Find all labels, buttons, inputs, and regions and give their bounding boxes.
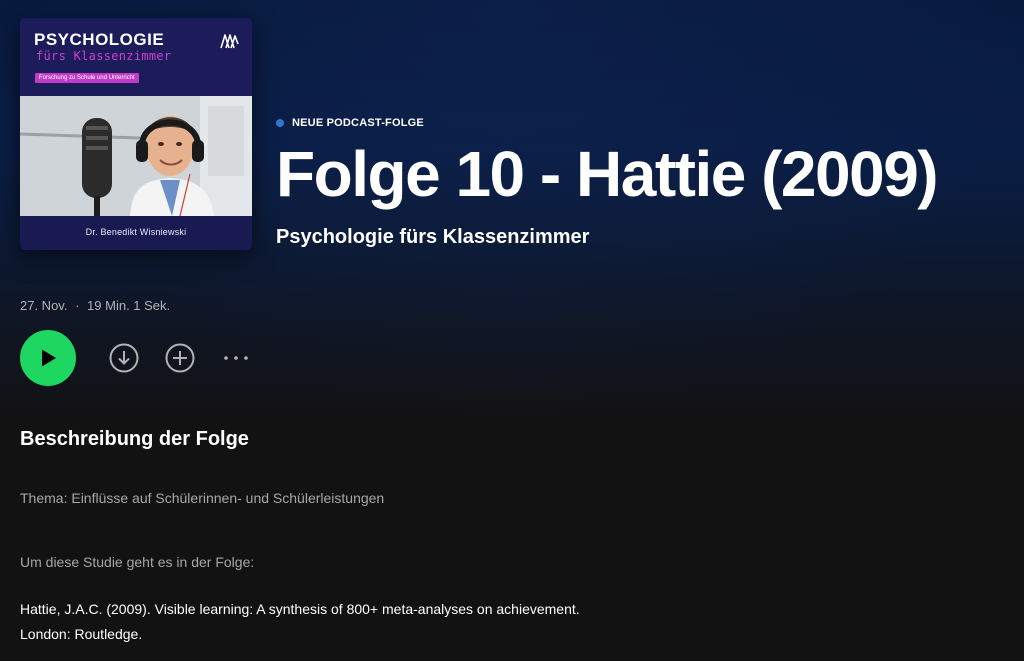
description-intro: Um diese Studie geht es in der Folge: xyxy=(20,554,255,570)
episode-cover-art: PSYCHOLOGIE fürs Klassenzimmer Forschung… xyxy=(20,18,252,250)
description-reference: Hattie, J.A.C. (2009). Visible learning:… xyxy=(20,597,580,647)
add-to-library-button[interactable] xyxy=(164,342,196,374)
release-date: 27. Nov. xyxy=(20,298,68,313)
meta-separator: · xyxy=(75,298,80,313)
host-photo xyxy=(20,96,252,216)
episode-title: Folge 10 - Hattie (2009) xyxy=(276,138,939,210)
reference-line-2: London: Routledge. xyxy=(20,626,143,642)
play-button[interactable] xyxy=(20,330,76,386)
action-bar xyxy=(20,330,252,386)
anchor-logo-icon xyxy=(220,34,239,49)
episode-page: PSYCHOLOGIE fürs Klassenzimmer Forschung… xyxy=(0,0,1024,661)
badge-label: NEUE PODCAST-FOLGE xyxy=(292,117,424,129)
badge-dot xyxy=(276,119,284,127)
add-icon xyxy=(165,343,195,373)
episode-meta: 27. Nov. · 19 Min. 1 Sek. xyxy=(20,298,174,313)
more-icon xyxy=(224,356,248,360)
download-icon xyxy=(109,343,139,373)
play-icon xyxy=(42,349,56,367)
cover-author: Dr. Benedikt Wisniewski xyxy=(85,227,187,237)
host-photo-illustration xyxy=(20,96,252,216)
reference-line-1: Hattie, J.A.C. (2009). Visible learning:… xyxy=(20,601,580,617)
cover-subtitle: fürs Klassenzimmer xyxy=(36,49,172,63)
cover-title: PSYCHOLOGIE xyxy=(34,30,165,49)
description-topic: Thema: Einflüsse auf Schülerinnen- und S… xyxy=(20,490,385,506)
show-name-link[interactable]: Psychologie fürs Klassenzimmer xyxy=(276,226,589,249)
new-episode-badge: NEUE PODCAST-FOLGE xyxy=(276,117,424,129)
more-options-button[interactable] xyxy=(220,342,252,374)
cover-tag: Forschung zu Schule und Unterricht xyxy=(35,73,139,83)
description-heading: Beschreibung der Folge xyxy=(20,428,249,450)
episode-duration: 19 Min. 1 Sek. xyxy=(87,298,171,313)
download-button[interactable] xyxy=(108,342,140,374)
